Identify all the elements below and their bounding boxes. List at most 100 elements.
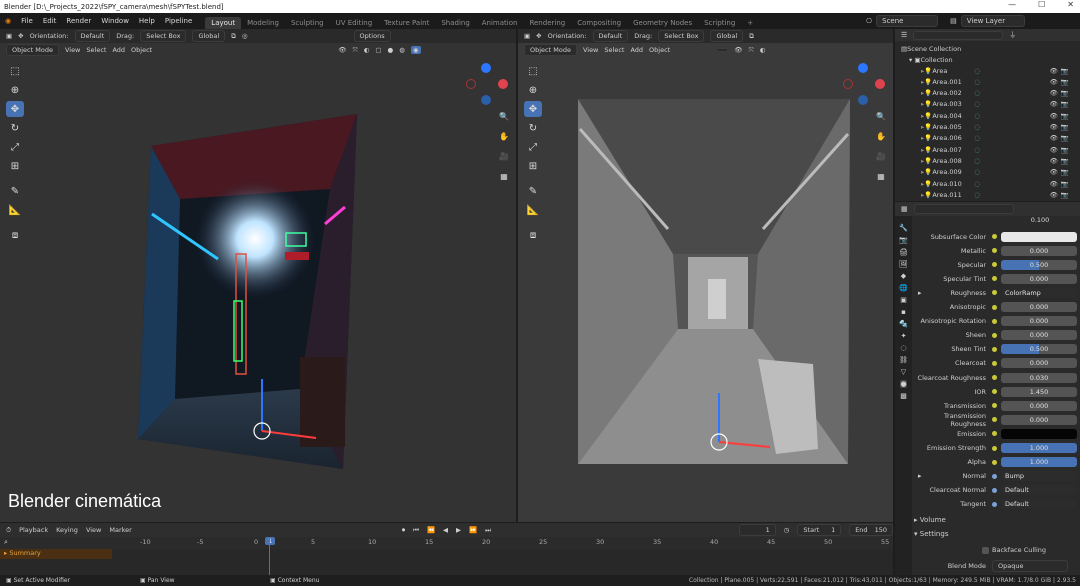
current-frame-field[interactable]: 1 — [739, 524, 776, 536]
socket-icon[interactable] — [992, 360, 997, 366]
navigation-gizmo[interactable] — [843, 63, 887, 107]
settings-panel-header[interactable]: ▾ Settings — [914, 530, 948, 538]
outliner-object-row[interactable]: ▸ 💡 Area.009 ◌ 👁 📷 — [895, 167, 1073, 178]
socket-icon[interactable] — [992, 375, 997, 380]
perspective-grid-icon[interactable]: ▦ — [497, 169, 511, 183]
menu-playback[interactable]: Playback — [19, 526, 48, 534]
blender-logo-icon[interactable]: ◉ — [0, 17, 16, 25]
tab-modeling[interactable]: Modeling — [241, 17, 285, 29]
socket-icon[interactable] — [992, 403, 997, 409]
property-value-field[interactable]: 0.000 — [1001, 358, 1077, 369]
neg-z-axis-icon[interactable] — [858, 95, 868, 105]
property-value-field[interactable]: 1.000 — [1001, 443, 1077, 453]
data-tab-icon[interactable]: ▽ — [901, 368, 906, 376]
minimize-button[interactable]: — — [1008, 0, 1016, 9]
light-data-icon[interactable]: ◌ — [974, 78, 980, 86]
render-toggle-icon[interactable]: 📷 — [1061, 157, 1069, 165]
tab-layout[interactable]: Layout — [205, 17, 242, 29]
property-value-field[interactable] — [1001, 231, 1077, 242]
top-value-field[interactable]: 0.100 — [1002, 216, 1078, 224]
timeline-ruler[interactable]: ⌕ -10 -5 0 5 10 15 20 25 30 35 40 45 50 55 1 — [0, 537, 893, 549]
tab-rendering[interactable]: Rendering — [523, 17, 571, 29]
particles-tab-icon[interactable]: ✦ — [901, 332, 907, 340]
jump-end-icon[interactable]: ⏭ — [485, 526, 491, 535]
pan-hand-icon[interactable]: ✋ — [497, 129, 511, 143]
collection-tab-icon[interactable]: ▣ — [900, 296, 907, 304]
light-data-icon[interactable]: ◌ — [974, 123, 980, 131]
render-toggle-icon[interactable]: 📷 — [1061, 168, 1069, 176]
play-reverse-icon[interactable]: ◀ — [443, 526, 448, 534]
socket-icon[interactable] — [992, 431, 997, 437]
outliner-object-row[interactable]: ▸ 💡 Area.007 ◌ 👁 📷 — [895, 144, 1073, 155]
property-value-field[interactable]: 1.000 — [1001, 457, 1077, 468]
next-key-icon[interactable]: ⏩ — [469, 526, 477, 534]
light-data-icon[interactable]: ◌ — [974, 67, 980, 75]
camera-view-icon[interactable]: 🎥 — [497, 149, 511, 163]
neg-z-axis-icon[interactable] — [481, 95, 491, 105]
menu-keying[interactable]: Keying — [56, 526, 78, 534]
outliner-object-row[interactable]: ▸ 💡 Area.011 ◌ 👁 📷 — [895, 189, 1073, 200]
neg-x-axis-icon[interactable] — [843, 79, 853, 89]
socket-icon[interactable] — [992, 417, 997, 423]
socket-icon[interactable] — [992, 445, 997, 451]
light-data-icon[interactable]: ◌ — [974, 191, 980, 199]
view-layer-selector[interactable]: View Layer — [960, 15, 1025, 27]
socket-icon[interactable] — [992, 501, 997, 507]
scene-icon[interactable]: ⎔ — [866, 17, 872, 25]
property-value-field[interactable]: Default — [1001, 485, 1077, 496]
light-data-icon[interactable]: ◌ — [974, 134, 980, 142]
viewport-left[interactable]: ▣ ✥ Orientation: Default Drag: Select Bo… — [0, 29, 516, 522]
tab-geometry-nodes[interactable]: Geometry Nodes — [627, 17, 698, 29]
neg-x-axis-icon[interactable] — [466, 79, 476, 89]
socket-icon[interactable] — [992, 459, 997, 465]
x-axis-icon[interactable] — [875, 79, 885, 89]
tab-texture-paint[interactable]: Texture Paint — [378, 17, 435, 29]
light-data-icon[interactable]: ◌ — [974, 100, 980, 108]
outliner-object-row[interactable]: ▸ 💡 Area.002 ◌ 👁 📷 — [895, 88, 1073, 99]
object-tab-icon[interactable]: ▪ — [901, 308, 906, 316]
socket-icon[interactable] — [992, 487, 997, 493]
scene-tab-icon[interactable]: ◆ — [901, 272, 906, 280]
world-tab-icon[interactable]: 🌐 — [899, 284, 908, 292]
expand-arrow-icon[interactable]: ▸ — [918, 289, 922, 297]
render-toggle-icon[interactable]: 📷 — [1061, 112, 1069, 120]
properties-search-input[interactable] — [913, 204, 1014, 214]
play-icon[interactable]: ▶ — [456, 526, 461, 534]
outliner-search-input[interactable] — [913, 30, 1004, 40]
property-value-field[interactable] — [1001, 428, 1077, 439]
menu-edit[interactable]: Edit — [38, 17, 62, 25]
viewport-right[interactable]: ▣ ✥ Orientation: Default Drag: Select Bo… — [518, 29, 893, 522]
start-frame-field[interactable]: Start 1 — [797, 524, 842, 536]
tab-scripting[interactable]: Scripting — [698, 17, 741, 29]
tab-compositing[interactable]: Compositing — [571, 17, 627, 29]
hide-toggle-icon[interactable]: 👁 — [1050, 100, 1058, 108]
hide-toggle-icon[interactable]: 👁 — [1050, 123, 1058, 131]
socket-icon[interactable] — [992, 248, 997, 254]
modifier-tab-icon[interactable]: 🔩 — [899, 320, 908, 328]
physics-tab-icon[interactable]: ◌ — [900, 344, 906, 352]
hide-toggle-icon[interactable]: 👁 — [1050, 89, 1058, 97]
hide-toggle-icon[interactable]: 👁 — [1050, 168, 1058, 176]
property-value-field[interactable]: 0.000 — [1001, 316, 1077, 327]
view-layer-tab-icon[interactable]: 🖼 — [899, 260, 908, 268]
light-data-icon[interactable]: ◌ — [974, 157, 980, 165]
light-data-icon[interactable]: ◌ — [974, 112, 980, 120]
property-value-field[interactable]: Bump — [1001, 471, 1077, 482]
z-axis-icon[interactable] — [858, 63, 868, 73]
outliner-object-row[interactable]: ▸ 💡 Area.004 ◌ 👁 📷 — [895, 110, 1073, 121]
outliner-object-row[interactable]: ▸ 💡 Area ◌ 👁 📷 — [895, 65, 1073, 76]
render-toggle-icon[interactable]: 📷 — [1061, 89, 1069, 97]
camera-view-icon[interactable]: 🎥 — [874, 149, 888, 163]
constraints-tab-icon[interactable]: ⛓ — [899, 356, 908, 364]
hide-toggle-icon[interactable]: 👁 — [1050, 157, 1058, 165]
scene-collection-row[interactable]: ▤ Scene Collection — [895, 43, 1073, 54]
light-data-icon[interactable]: ◌ — [974, 168, 980, 176]
render-toggle-icon[interactable]: 📷 — [1061, 191, 1069, 199]
zoom-icon[interactable]: 🔍 — [497, 109, 511, 123]
scene-selector[interactable]: Scene — [876, 15, 939, 27]
socket-icon[interactable] — [992, 473, 997, 479]
timeline-editor-icon[interactable]: ⏱ — [6, 526, 11, 535]
render-toggle-icon[interactable]: 📷 — [1061, 100, 1069, 108]
expand-arrow-icon[interactable]: ▸ — [918, 472, 922, 480]
socket-icon[interactable] — [992, 318, 997, 324]
